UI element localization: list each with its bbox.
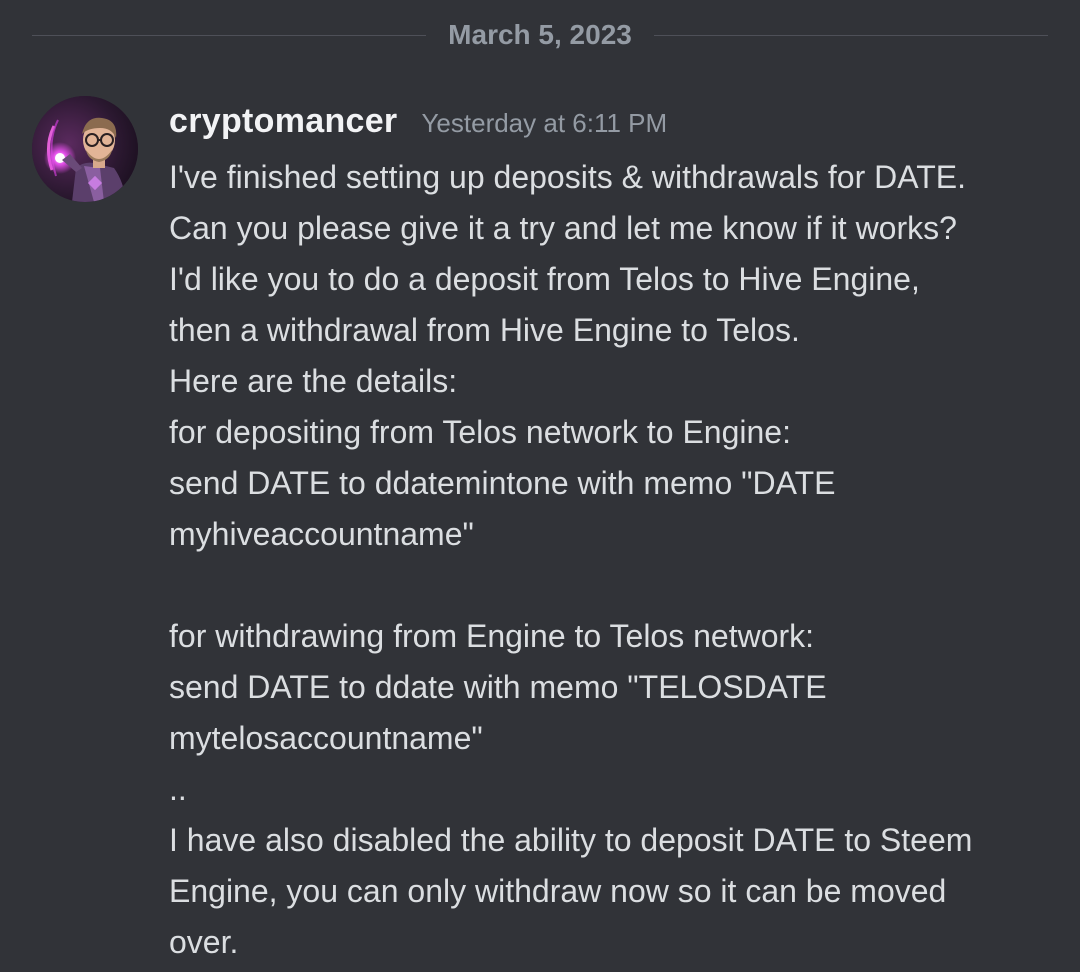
message-content: cryptomancer Yesterday at 6:11 PM I've f… <box>169 96 1059 968</box>
message-line: for withdrawing from Engine to Telos net… <box>169 618 815 654</box>
message-line: then a withdrawal from Hive Engine to Te… <box>169 312 800 348</box>
divider-date: March 5, 2023 <box>448 19 632 50</box>
message-line: Here are the details: <box>169 363 458 399</box>
divider-line-left <box>32 34 427 36</box>
message-header: cryptomancer Yesterday at 6:11 PM <box>169 96 1059 158</box>
message-line: send DATE to ddate with memo "TELOSDATE <box>169 669 827 705</box>
message-line: send DATE to ddatemintone with memo "DAT… <box>169 465 836 501</box>
message-line: Engine, you can only withdraw now so it … <box>169 873 947 909</box>
message-line: myhiveaccountname" <box>169 516 474 552</box>
user-avatar[interactable] <box>32 96 138 202</box>
avatar-image-icon <box>32 96 138 202</box>
message-line: I'd like you to do a deposit from Telos … <box>169 261 920 297</box>
message-line: I have also disabled the ability to depo… <box>169 822 973 858</box>
message-line: over. <box>169 924 239 960</box>
message-line: Can you please give it a try and let me … <box>169 210 957 246</box>
divider-line-right <box>653 34 1049 36</box>
date-divider: March 5, 2023 <box>32 14 1049 56</box>
message-line: mytelosaccountname" <box>169 720 483 756</box>
message-timestamp[interactable]: Yesterday at 6:11 PM <box>421 108 667 139</box>
author-username[interactable]: cryptomancer <box>169 102 397 141</box>
message-line <box>169 560 1059 611</box>
message-line: .. <box>169 771 187 807</box>
message-body: I've finished setting up deposits & with… <box>169 152 1059 968</box>
message-line: I've finished setting up deposits & with… <box>169 159 966 195</box>
message-line: for depositing from Telos network to Eng… <box>169 414 791 450</box>
